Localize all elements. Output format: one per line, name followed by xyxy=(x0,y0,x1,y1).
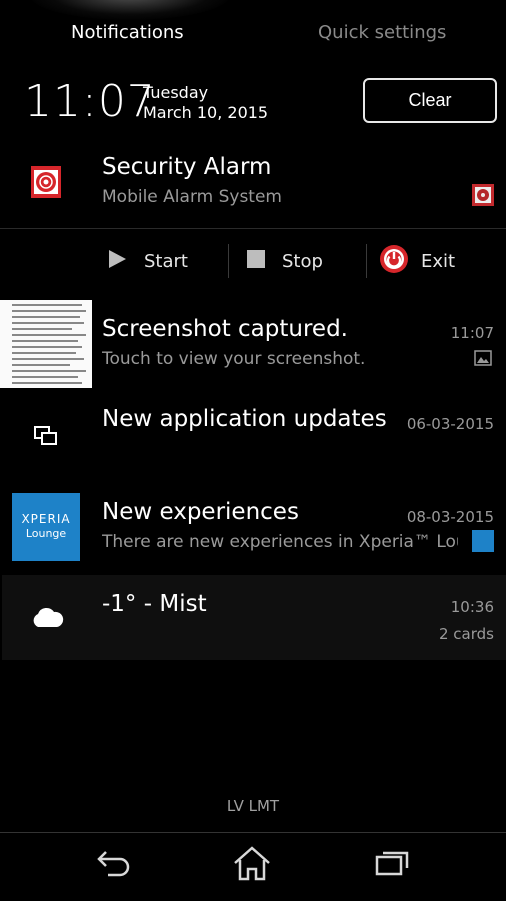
recents-icon[interactable] xyxy=(375,847,411,881)
notification-time: 10:36 xyxy=(450,598,494,616)
image-icon xyxy=(474,350,492,366)
notification-title: New experiences xyxy=(102,499,299,525)
notification-subtitle: There are new experiences in Xperia™ Lou… xyxy=(102,532,458,552)
cloud-icon xyxy=(30,607,64,629)
tab-quick-settings[interactable]: Quick settings xyxy=(318,22,446,43)
play-icon xyxy=(106,248,128,275)
notification-app-updates[interactable]: New application updates 06-03-2015 xyxy=(0,392,506,482)
divider xyxy=(0,228,506,229)
xperia-lounge-icon: XPERIA Lounge xyxy=(12,493,80,561)
alarm-small-icon xyxy=(472,184,494,206)
clock-date: March 10, 2015 xyxy=(143,103,269,122)
stop-action-button[interactable]: Stop xyxy=(246,243,323,279)
updates-icon xyxy=(33,425,59,447)
home-icon[interactable] xyxy=(232,845,272,887)
navigation-bar xyxy=(0,832,506,901)
tab-notifications[interactable]: Notifications xyxy=(71,22,184,43)
notification-title: Screenshot captured. xyxy=(102,316,348,342)
cards-count: 2 cards xyxy=(439,625,494,643)
action-separator xyxy=(228,244,229,278)
notification-subtitle: Touch to view your screenshot. xyxy=(102,349,366,369)
action-separator xyxy=(366,244,367,278)
notification-title: -1° - Mist xyxy=(102,591,207,617)
exit-action-button[interactable]: Exit xyxy=(379,243,455,279)
xperia-lounge-small-icon xyxy=(472,530,494,552)
screenshot-thumbnail xyxy=(0,300,92,388)
clock-day: Tuesday xyxy=(143,83,209,102)
back-icon[interactable] xyxy=(94,847,132,885)
start-action-button[interactable]: Start xyxy=(106,243,188,279)
notification-weather[interactable]: -1° - Mist 10:36 2 cards xyxy=(2,575,506,660)
exit-label: Exit xyxy=(421,250,456,272)
notification-subtitle: Mobile Alarm System xyxy=(102,187,282,207)
notification-time: 06-03-2015 xyxy=(406,415,494,433)
notification-title: New application updates xyxy=(102,406,387,432)
clear-button[interactable]: Clear xyxy=(363,78,497,123)
notification-time: 08-03-2015 xyxy=(406,508,494,526)
start-label: Start xyxy=(144,250,188,272)
stop-label: Stop xyxy=(282,250,323,272)
power-icon xyxy=(379,244,409,279)
stop-icon xyxy=(246,249,266,274)
notification-time: 11:07 xyxy=(450,324,494,342)
alarm-icon xyxy=(31,166,61,198)
notification-title: Security Alarm xyxy=(102,154,272,180)
notification-new-experiences[interactable]: XPERIA Lounge New experiences There are … xyxy=(0,487,506,572)
notification-screenshot[interactable]: Screenshot captured. Touch to view your … xyxy=(0,298,506,388)
carrier-label: LV LMT xyxy=(226,797,280,815)
clock-time: 11:07 xyxy=(24,76,156,127)
notification-security-alarm[interactable]: Security Alarm Mobile Alarm System xyxy=(0,140,506,228)
notification-tabs: Notifications Quick settings xyxy=(0,0,506,66)
